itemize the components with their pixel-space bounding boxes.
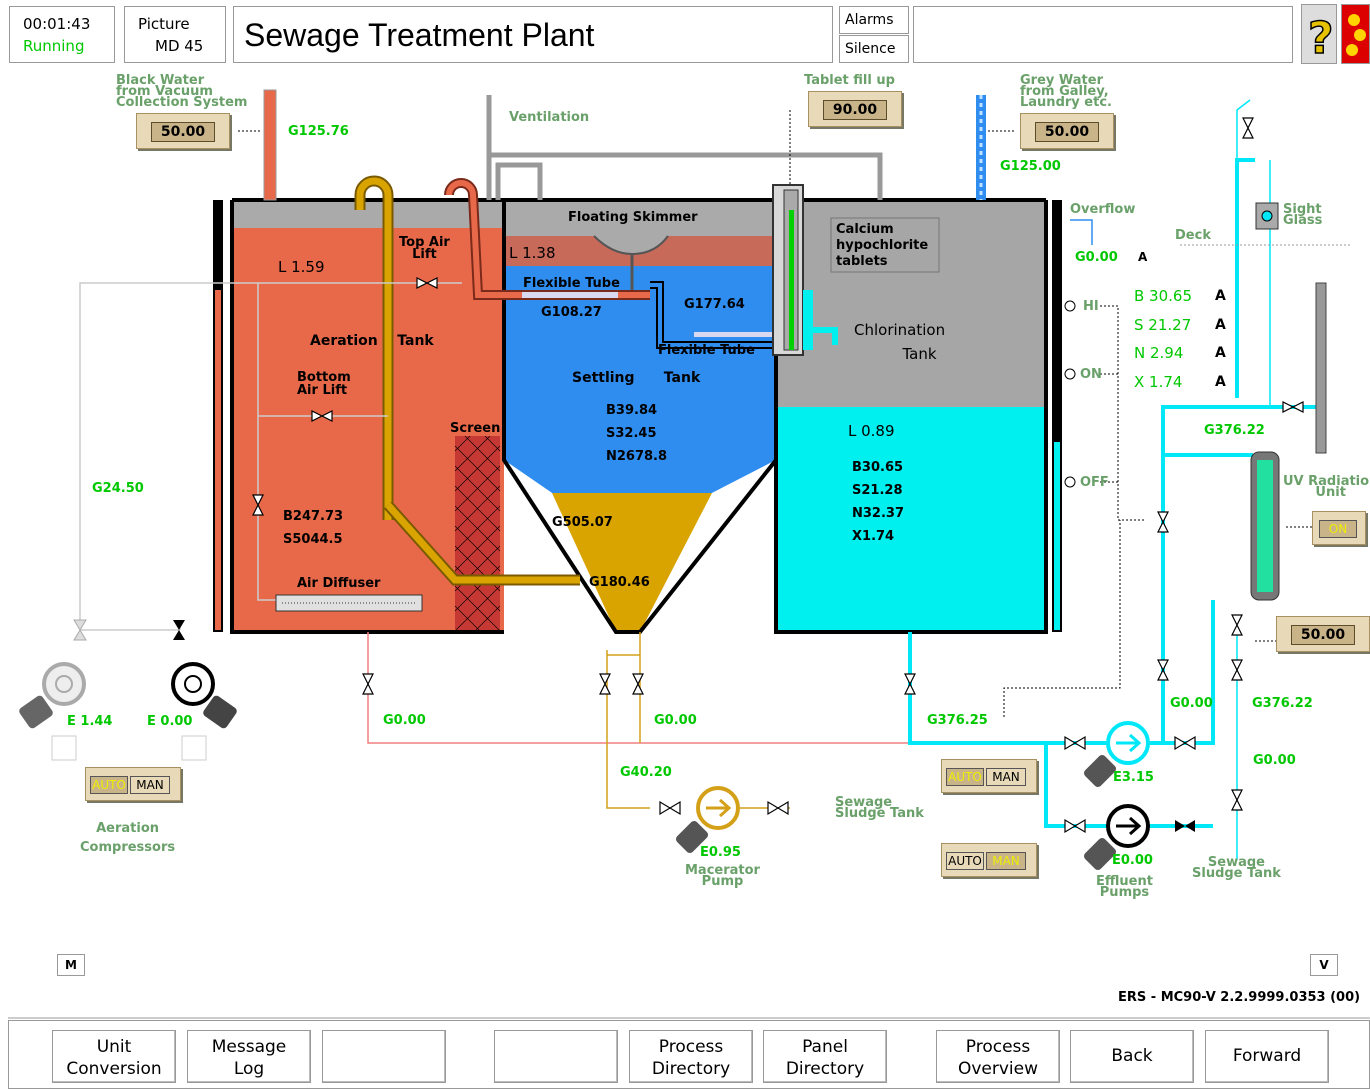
aeration-man-button[interactable]: MAN [130,776,170,794]
effluent2-man-button[interactable]: MAN [986,852,1026,870]
flexible-tube-label: Flexible Tube [523,276,620,291]
tablet-fill-label: Tablet fill up [804,73,895,88]
version-label: ERS - MC90-V 2.2.9999.0353 (00) [1118,990,1361,1005]
s32-45: S32.45 [606,426,657,441]
uv-label: UV Radiation Unit [1283,474,1370,500]
g0-a: G0.00 [383,713,426,728]
black-water-label: Black Water from Vacuum Collection System [116,73,248,110]
e0-00a: E 0.00 [147,714,193,729]
g0-c: G0.00 [1170,696,1213,711]
a-x: A [1215,374,1226,390]
x1-74b: X1.74 [852,529,895,544]
g125-00: G125.00 [1000,159,1061,174]
back-button[interactable]: Back [1070,1030,1194,1083]
grey-water-label: Grey Water from Galley, Laundry etc. [1020,73,1112,110]
a-s: A [1215,317,1226,333]
calcium-label: Calcium hypochlorite tablets [836,222,929,269]
e1-44: E 1.44 [67,714,113,729]
floating-skimmer-label: Floating Skimmer [568,210,698,225]
g505-07: G505.07 [552,515,613,530]
effluent2-auto-man[interactable]: AUTO MAN [941,843,1037,877]
g376-22b: G376.22 [1252,696,1313,711]
effluent1-auto-man[interactable]: AUTO MAN [941,759,1037,793]
top-air-lift-label: Top Air Lift [399,235,450,262]
screen-label: Screen [450,421,501,436]
sludge-tank-label-2: Sewage Sludge Tank [1192,855,1281,881]
e3-15: E3.15 [1113,770,1154,785]
v-button[interactable]: V [1310,954,1338,976]
grey-water-setpoint[interactable]: 50.00 [1020,113,1114,149]
n2-94: N 2.94 [1134,344,1184,362]
message-log-button[interactable]: Message Log [187,1030,311,1083]
aeration-tank-label: Aeration Tank [310,333,434,349]
g125-76: G125.76 [288,124,349,139]
b39-84: B39.84 [606,403,658,418]
overflow-label: Overflow [1070,202,1136,217]
b247-73: B247.73 [283,509,344,524]
effluent2-auto-button[interactable]: AUTO [946,852,984,870]
uv-on-state: ON [1319,520,1357,538]
g108-27: G108.27 [541,305,602,320]
g376-25: G376.25 [927,713,988,728]
sludge-cone [552,493,712,632]
process-overview-button[interactable]: Process Overview [936,1030,1060,1083]
chlorination-tank-label: Chlorination Tank [854,321,946,363]
g24-50: G24.50 [92,481,144,496]
n32-37: N32.37 [852,506,904,521]
process-directory-button[interactable]: Process Directory [629,1030,753,1083]
e0-95: E0.95 [700,845,741,860]
blank-button-2[interactable] [494,1030,618,1083]
a-n: A [1215,345,1226,361]
aeration-auto-button[interactable]: AUTO [90,776,128,794]
s21-28: S21.28 [852,483,903,498]
aeration-compressors-label: Aeration Compressors [80,821,176,855]
ventilation-label: Ventilation [509,110,590,125]
g376-22a: G376.22 [1204,423,1265,438]
effluent1-man-button[interactable]: MAN [986,768,1026,786]
g180-46: G180.46 [589,575,650,590]
hi-switch: HI [1083,299,1099,314]
bottom-air-lift-label: Bottom Air Lift [297,370,351,398]
settling-level: L 1.38 [509,244,556,262]
air-diffuser-label: Air Diffuser [297,576,381,591]
b30-65: B 30.65 [1134,287,1193,305]
effluent1-auto-button[interactable]: AUTO [946,768,984,786]
sight-glass-label: Sight Glass [1283,202,1323,228]
g0-d: G0.00 [1253,753,1296,768]
blank-button-1[interactable] [322,1030,446,1083]
macerator-pump-label: Macerator Pump [685,863,760,889]
s21-27: S 21.27 [1134,316,1192,334]
aeration-auto-man[interactable]: AUTO MAN [85,767,181,801]
flexible-tube-label-2: Flexible Tube [658,343,755,358]
b30-65b: B30.65 [852,460,904,475]
deck-label: Deck [1175,228,1211,243]
tablet-setpoint[interactable]: 90.00 [808,91,902,127]
uv-out-setpoint[interactable]: 50.00 [1276,616,1370,652]
l0-89: L 0.89 [848,422,895,440]
sludge-tank-label: Sewage Sludge Tank [835,795,924,821]
x1-74: X 1.74 [1134,373,1183,391]
effluent-pumps-label: Effluent Pumps [1096,874,1153,900]
g177-64: G177.64 [684,297,745,312]
panel-directory-button[interactable]: Panel Directory [763,1030,887,1083]
m-button[interactable]: M [57,954,85,976]
unit-conversion-button[interactable]: Unit Conversion [52,1030,176,1083]
uv-on-toggle[interactable]: ON [1312,511,1366,545]
n2678-8: N2678.8 [606,449,668,464]
a-overflow: A [1138,250,1148,264]
g40-20: G40.20 [620,765,672,780]
s5044-5: S5044.5 [283,532,343,547]
aeration-level: L 1.59 [278,258,325,276]
e0-00b: E0.00 [1112,853,1153,868]
g0-b: G0.00 [654,713,697,728]
g0-overflow: G0.00 [1075,250,1118,265]
off-switch: OFF [1080,475,1109,490]
on-switch: ON [1080,367,1102,382]
black-water-setpoint[interactable]: 50.00 [136,113,230,149]
settling-tank-label: Settling Tank [572,370,701,386]
a-b: A [1215,288,1226,304]
forward-button[interactable]: Forward [1205,1030,1329,1083]
